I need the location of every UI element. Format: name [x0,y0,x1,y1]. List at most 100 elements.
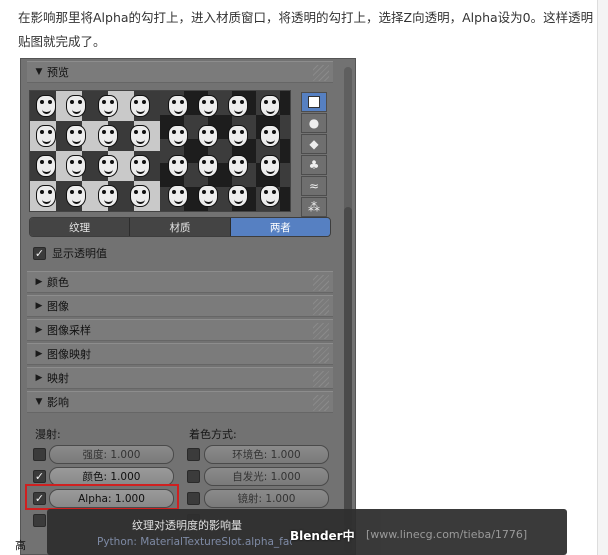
hair-preview-button[interactable]: ≈ [301,176,327,196]
panel-scrollbar[interactable] [344,67,352,553]
mapping-panel-title: 映射 [47,372,69,385]
face-icon [168,155,188,177]
drag-grip-icon[interactable] [313,323,329,339]
face-icon [260,155,280,177]
face-icon [66,155,86,177]
show-alpha-option[interactable]: ✓ 显示透明值 [33,245,107,261]
drag-grip-icon[interactable] [313,65,329,81]
face-icon [260,185,280,207]
face-icon [260,95,280,117]
watermark-brand: Blender中 [290,529,355,543]
triangle-right-icon: ▶ [35,349,43,359]
article-paragraph: 在影响那里将Alpha的勾打上，进入材质窗口，将透明的勾打上，选择Z向透明，Al… [18,10,594,49]
face-icon [130,185,150,207]
intensity-field[interactable]: 强度: 1.000 [49,445,174,464]
page-scrollbar[interactable] [597,0,608,555]
face-icon [228,95,248,117]
plane-icon [308,96,320,108]
influence-panel-title: 影响 [47,396,69,409]
face-icon [66,95,86,117]
preview-mode-tabs: 纹理 材质 两者 [29,217,331,237]
tooltip-title: 纹理对透明度的影响量 [132,519,242,532]
influence-panel-header[interactable]: ▼ 影响 [27,391,333,413]
partial-label: 高 [15,539,26,552]
face-icon [36,185,56,207]
face-icon [98,185,118,207]
face-icon [198,95,218,117]
triangle-down-icon: ▼ [35,397,43,407]
color-checkbox[interactable]: ✓ [33,470,46,483]
preview-shape-selector: ● ◆ ♣ ≈ ⁂ [301,92,331,218]
face-icon [198,185,218,207]
face-icon [66,185,86,207]
face-icon [98,95,118,117]
face-icon [198,155,218,177]
tooltip-python-path: Python: MaterialTextureSlot.alpha_factor [97,536,292,548]
drag-grip-icon[interactable] [313,395,329,411]
face-icon [228,155,248,177]
face-icon [130,125,150,147]
flat-preview-button[interactable] [301,92,327,112]
face-icon [36,155,56,177]
show-alpha-label: 显示透明值 [52,247,107,260]
monkey-preview-button[interactable]: ♣ [301,155,327,175]
ambient-field[interactable]: 环境色: 1.000 [204,445,329,464]
face-icon [130,155,150,177]
face-icon [260,125,280,147]
image-sampling-panel-header[interactable]: ▶ 图像采样 [27,319,333,341]
tab-texture[interactable]: 纹理 [30,218,131,236]
sphere-group-icon: ⁂ [308,200,320,214]
blender-properties-panel: ▼ 预览 ● ◆ ♣ ≈ ⁂ 纹理 材质 两者 ✓ 显示透明值 ▶ 颜色 ▶ 图… [20,58,356,555]
sphere-preview-button[interactable]: ● [301,113,327,133]
monkey-icon: ♣ [308,158,320,172]
mirror-field[interactable]: 镜射: 1.000 [204,489,329,508]
texture-preview [29,90,291,212]
preview-panel-header[interactable]: ▼ 预览 [27,61,333,83]
intensity-checkbox[interactable] [33,448,46,461]
cube-preview-button[interactable]: ◆ [301,134,327,154]
triangle-right-icon: ▶ [35,325,43,335]
drag-grip-icon[interactable] [313,299,329,315]
face-icon [228,185,248,207]
emit-checkbox[interactable] [187,470,200,483]
face-icon [228,125,248,147]
show-alpha-checkbox[interactable]: ✓ [33,246,46,260]
face-icon [98,125,118,147]
face-icon [168,95,188,117]
image-panel-header[interactable]: ▶ 图像 [27,295,333,317]
sphere-icon: ● [308,116,320,130]
face-icon [98,155,118,177]
face-icon [168,185,188,207]
triangle-down-icon: ▼ [35,67,43,77]
cube-icon: ◆ [309,137,319,151]
sphere-group-preview-button[interactable]: ⁂ [301,197,327,217]
drag-grip-icon[interactable] [313,347,329,363]
face-icon [130,95,150,117]
image-mapping-panel-title: 图像映射 [47,348,91,361]
image-mapping-panel-header[interactable]: ▶ 图像映射 [27,343,333,365]
face-icon [168,125,188,147]
ambient-checkbox[interactable] [187,448,200,461]
triangle-right-icon: ▶ [35,277,43,287]
color-panel-title: 颜色 [47,276,69,289]
mapping-panel-header[interactable]: ▶ 映射 [27,367,333,389]
shading-heading: 着色方式: [189,428,237,441]
drag-grip-icon[interactable] [313,371,329,387]
color-panel-header[interactable]: ▶ 颜色 [27,271,333,293]
hair-icon: ≈ [308,179,320,193]
panel-scrollbar-thumb[interactable] [344,207,352,527]
diffuse-heading: 漫射: [35,428,61,441]
face-icon [36,125,56,147]
triangle-right-icon: ▶ [35,373,43,383]
triangle-right-icon: ▶ [35,301,43,311]
drag-grip-icon[interactable] [313,275,329,291]
emit-field[interactable]: 自发光: 1.000 [204,467,329,486]
face-icon [66,125,86,147]
preview-panel-title: 预览 [47,66,69,79]
mirror-checkbox[interactable] [187,492,200,505]
tab-both[interactable]: 两者 [230,218,330,236]
image-panel-title: 图像 [47,300,69,313]
image-sampling-panel-title: 图像采样 [47,324,91,337]
extra-checkbox[interactable] [33,514,46,527]
tab-material[interactable]: 材质 [130,218,231,236]
